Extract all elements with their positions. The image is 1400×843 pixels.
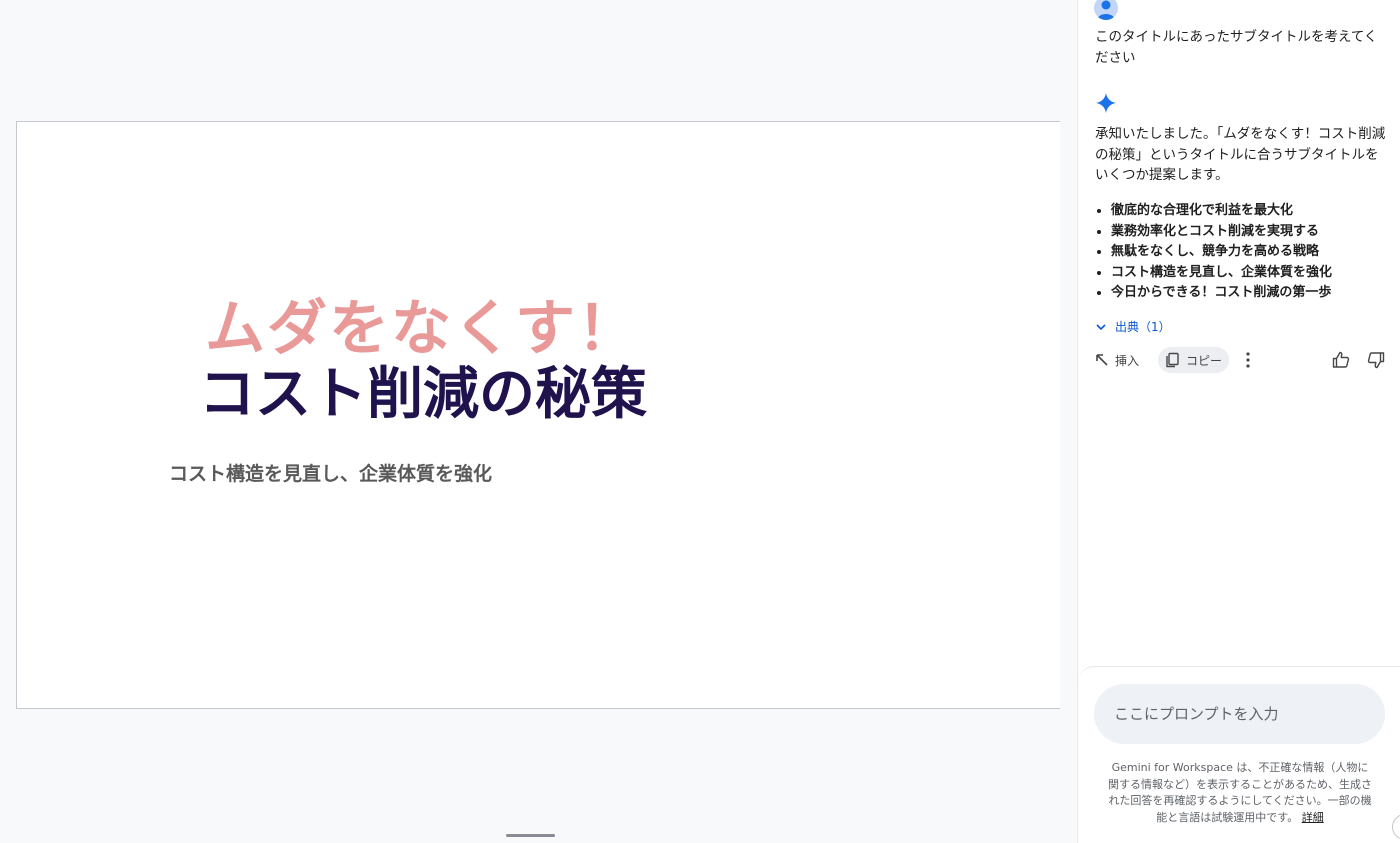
slide-title-line2[interactable]: コスト削減の秘策 — [199, 349, 647, 430]
copy-icon — [1166, 352, 1179, 368]
app-root: ムダをなくす！ コスト削減の秘策 コスト構造を見直し、企業体質を強化 このタイト… — [0, 0, 1400, 843]
suggestion-item: 業務効率化とコスト削減を実現する — [1111, 222, 1400, 243]
disclaimer-text: Gemini for Workspace は、不正確な情報（人物に関する情報など… — [1108, 761, 1372, 824]
sources-label: 出典（1） — [1115, 320, 1171, 334]
suggestion-item: 無駄をなくし、競争力を高める戦略 — [1111, 242, 1400, 263]
response-actions: 挿入 コピー — [1095, 347, 1392, 373]
thumbs-up-button[interactable] — [1328, 347, 1354, 373]
user-avatar — [1094, 0, 1118, 20]
details-link[interactable]: 詳細 — [1302, 811, 1324, 824]
more-vert-icon — [1246, 352, 1250, 368]
insert-label: 挿入 — [1115, 353, 1140, 368]
slide-canvas[interactable]: ムダをなくす！ コスト削減の秘策 コスト構造を見直し、企業体質を強化 — [16, 121, 1060, 709]
suggestion-item: 徹底的な合理化で利益を最大化 — [1111, 201, 1400, 222]
chevron-down-icon — [1096, 323, 1106, 330]
copy-button[interactable]: コピー — [1158, 347, 1230, 373]
more-options-button[interactable] — [1235, 347, 1261, 373]
sources-toggle[interactable]: 出典（1） — [1095, 318, 1171, 335]
insert-arrow-icon — [1096, 354, 1108, 366]
suggestion-item: コスト構造を見直し、企業体質を強化 — [1111, 263, 1400, 284]
gemini-side-panel: このタイトルにあったサブタイトルを考えてください 承知いたしました。「ムダをなく… — [1077, 0, 1400, 843]
suggestion-item: 今日からできる！コスト削減の第一歩 — [1111, 283, 1400, 304]
prompt-input[interactable] — [1094, 684, 1385, 744]
gemini-spark-icon — [1095, 92, 1117, 114]
response-intro: 承知いたしました。「ムダをなくす！コスト削減の秘策」というタイトルに合うサブタイ… — [1095, 126, 1386, 183]
insert-button[interactable]: 挿入 — [1095, 347, 1139, 373]
copy-label: コピー — [1186, 353, 1223, 368]
filmstrip-resize-handle[interactable] — [506, 834, 555, 837]
disclaimer: Gemini for Workspace は、不正確な情報（人物に関する情報など… — [1108, 760, 1372, 826]
slide-subtitle[interactable]: コスト構造を見直し、企業体質を強化 — [169, 459, 492, 486]
thumbs-down-icon — [1367, 352, 1385, 369]
user-message: このタイトルにあったサブタイトルを考えてください — [1095, 29, 1378, 66]
suggestion-list: 徹底的な合理化で利益を最大化 業務効率化とコスト削減を実現する 無駄をなくし、競… — [1095, 201, 1400, 304]
prompt-area: Gemini for Workspace は、不正確な情報（人物に関する情報など… — [1078, 666, 1400, 843]
thumbs-up-icon — [1332, 351, 1350, 368]
thumbs-down-button[interactable] — [1363, 347, 1389, 373]
